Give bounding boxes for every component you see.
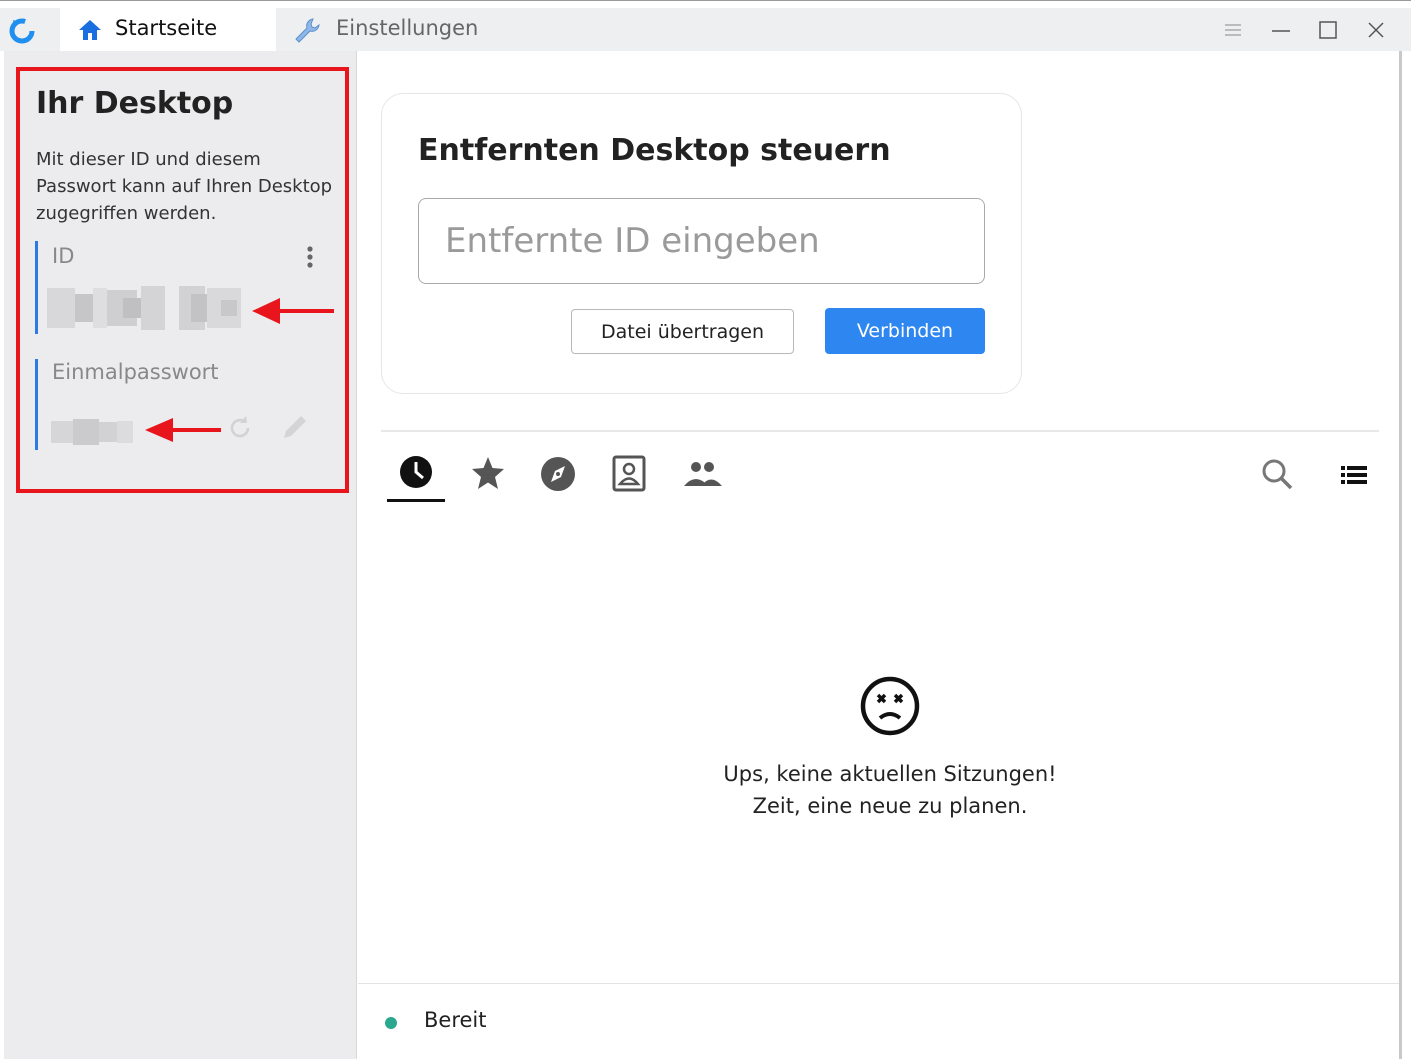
tab-label: Einstellungen xyxy=(336,16,479,40)
active-tab-indicator xyxy=(387,499,445,502)
refresh-icon[interactable] xyxy=(226,413,256,443)
address-book-icon[interactable] xyxy=(606,452,652,496)
file-transfer-button[interactable]: Datei übertragen xyxy=(571,309,794,354)
empty-state-message: Ups, keine aktuellen Sitzungen! Zeit, ei… xyxy=(580,758,1200,822)
minimize-button[interactable] xyxy=(1261,14,1301,46)
status-bar-divider xyxy=(358,983,1399,984)
search-icon[interactable] xyxy=(1254,452,1300,496)
connect-button[interactable]: Verbinden xyxy=(825,308,985,354)
close-icon xyxy=(1368,22,1384,38)
remote-control-title: Entfernten Desktop steuern xyxy=(418,133,891,168)
annotation-arrow-password xyxy=(145,418,221,442)
home-icon xyxy=(79,20,101,40)
list-view-icon[interactable] xyxy=(1331,452,1377,496)
tab-einstellungen[interactable]: Einstellungen xyxy=(280,8,540,51)
id-value-redacted[interactable] xyxy=(45,284,243,332)
remote-id-input[interactable] xyxy=(418,198,985,284)
password-accent-bar xyxy=(35,359,38,450)
tab-label: Startseite xyxy=(115,16,218,40)
section-divider xyxy=(381,430,1379,432)
compass-icon[interactable] xyxy=(535,452,581,496)
empty-state-line-1: Ups, keine aktuellen Sitzungen! xyxy=(723,762,1057,786)
menu-button[interactable] xyxy=(1213,14,1253,46)
wrench-icon xyxy=(295,18,320,43)
menu-icon xyxy=(1225,24,1241,36)
maximize-icon xyxy=(1319,21,1337,39)
group-icon[interactable] xyxy=(679,452,725,496)
password-label: Einmalpasswort xyxy=(52,360,219,384)
empty-state-line-2: Zeit, eine neue zu planen. xyxy=(752,794,1028,818)
clock-icon[interactable] xyxy=(393,452,439,496)
close-button[interactable] xyxy=(1356,14,1396,46)
edit-pencil-icon[interactable] xyxy=(278,410,312,444)
sidebar-description: Mit dieser ID und diesem Passwort kann a… xyxy=(36,149,333,224)
star-icon[interactable] xyxy=(465,452,511,496)
app-logo-icon xyxy=(9,18,35,44)
status-text: Bereit xyxy=(424,1008,487,1032)
title-bar: Startseite Einstellungen xyxy=(0,8,1411,51)
minimize-icon xyxy=(1272,30,1290,32)
more-options-icon[interactable] xyxy=(300,244,320,272)
sidebar-title: Ihr Desktop xyxy=(36,86,234,121)
id-label: ID xyxy=(52,244,75,268)
password-value-redacted[interactable] xyxy=(45,417,135,447)
id-accent-bar xyxy=(35,241,38,334)
window-top-border xyxy=(0,0,1411,8)
tab-startseite[interactable]: Startseite xyxy=(60,8,276,51)
annotation-arrow-id xyxy=(252,298,334,324)
window-right-edge xyxy=(1399,51,1402,1059)
maximize-button[interactable] xyxy=(1309,14,1349,46)
dizzy-face-icon xyxy=(860,676,920,736)
status-indicator-dot xyxy=(385,1017,397,1029)
